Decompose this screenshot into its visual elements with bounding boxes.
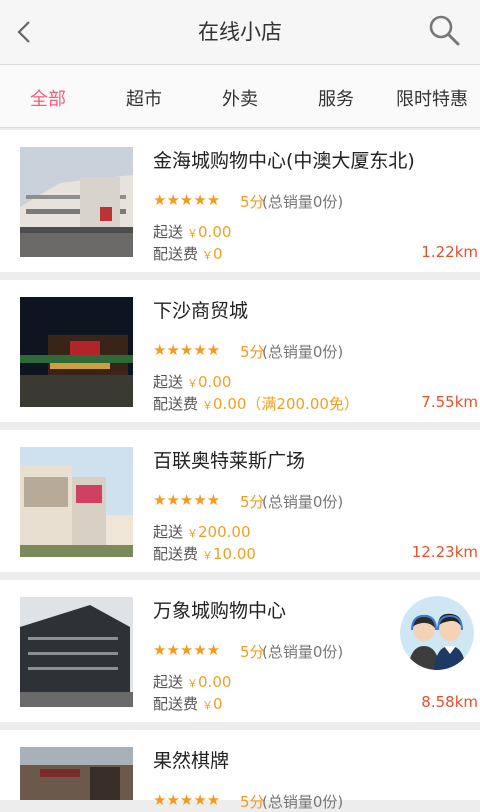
star-rating-icon: ★★★★★ — [153, 341, 221, 359]
distance: 7.55km — [421, 393, 478, 411]
store-card[interactable]: 果然棋牌 ★★★★★ 5分 (总销量0份) — [0, 730, 480, 811]
sales-count: (总销量0份) — [262, 193, 344, 211]
page-title: 在线小店 — [198, 20, 282, 44]
customer-service-icon — [400, 596, 474, 670]
rating-score: 5分 — [240, 643, 265, 661]
store-name: 果然棋牌 — [153, 750, 230, 772]
min-order: 起送 ￥0.00 — [153, 223, 232, 241]
store-card[interactable]: 金海城购物中心(中澳大厦东北) ★★★★★ 5分 (总销量0份) 起送 ￥0.00… — [0, 130, 480, 272]
sales-count: (总销量0份) — [262, 493, 344, 511]
tab-all[interactable]: 全部 — [0, 85, 96, 111]
store-name: 百联奥特莱斯广场 — [153, 450, 306, 472]
star-rating-icon: ★★★★★ — [153, 491, 221, 509]
min-order: 起送 ￥200.00 — [153, 523, 251, 541]
customer-service-button[interactable] — [400, 596, 474, 670]
store-card[interactable]: 下沙商贸城 ★★★★★ 5分 (总销量0份) 起送 ￥0.00 配送费 ￥0.00（… — [0, 280, 480, 422]
store-card[interactable]: 百联奥特莱斯广场 ★★★★★ 5分 (总销量0份) 起送 ￥200.00 配送费 ￥… — [0, 430, 480, 572]
tab-flash-sale[interactable]: 限时特惠 — [384, 85, 480, 111]
store-image — [20, 597, 133, 707]
distance: 8.58km — [421, 693, 478, 711]
store-name: 金海城购物中心(中澳大厦东北) — [153, 150, 415, 172]
distance: 1.22km — [421, 243, 478, 261]
rating-score: 5分 — [240, 343, 265, 361]
store-image — [20, 147, 133, 257]
rating-score: 5分 — [240, 193, 265, 211]
store-name: 万象城购物中心 — [153, 600, 287, 622]
sales-count: (总销量0份) — [262, 643, 344, 661]
distance: 12.23km — [411, 543, 478, 561]
sales-count: (总销量0份) — [262, 793, 344, 811]
star-rating-icon: ★★★★★ — [153, 641, 221, 659]
tab-service[interactable]: 服务 — [288, 85, 384, 111]
category-tabs: 全部 超市 外卖 服务 限时特惠 — [0, 64, 480, 128]
store-name: 下沙商贸城 — [153, 300, 249, 322]
sales-count: (总销量0份) — [262, 343, 344, 361]
store-image — [20, 447, 133, 557]
min-order: 起送 ￥0.00 — [153, 673, 232, 691]
store-image — [20, 747, 133, 800]
rating-score: 5分 — [240, 793, 265, 811]
star-rating-icon: ★★★★★ — [153, 791, 221, 809]
app-header: 在线小店 — [0, 0, 480, 64]
delivery-fee: 配送费 ￥0 — [153, 695, 223, 713]
star-rating-icon: ★★★★★ — [153, 191, 221, 209]
delivery-fee: 配送费 ￥10.00 — [153, 545, 256, 563]
search-icon[interactable] — [426, 12, 462, 48]
store-image — [20, 297, 133, 407]
delivery-fee: 配送费 ￥0.00（满200.00免） — [153, 395, 359, 413]
delivery-fee: 配送费 ￥0 — [153, 245, 223, 263]
min-order: 起送 ￥0.00 — [153, 373, 232, 391]
tab-takeout[interactable]: 外卖 — [192, 85, 288, 111]
tab-supermarket[interactable]: 超市 — [96, 85, 192, 111]
rating-score: 5分 — [240, 493, 265, 511]
